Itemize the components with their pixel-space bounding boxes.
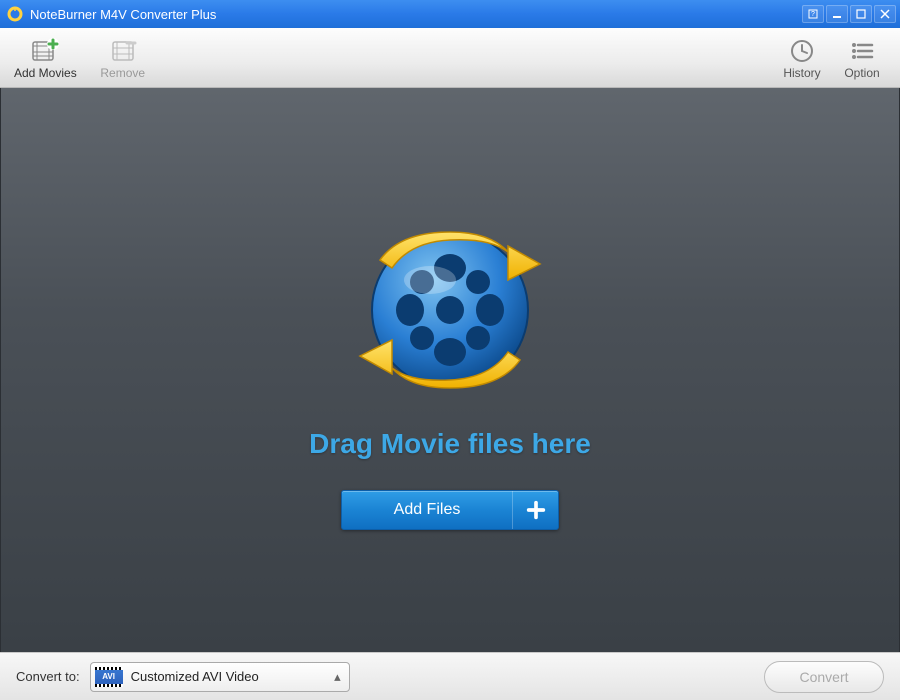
drag-hint-text: Drag Movie files here — [309, 428, 591, 460]
convert-to-label: Convert to: — [16, 669, 80, 684]
output-format-select[interactable]: AVI Customized AVI Video ▴ — [90, 662, 350, 692]
svg-text:?: ? — [811, 11, 815, 18]
remove-label: Remove — [100, 66, 145, 80]
minimize-button[interactable] — [826, 5, 848, 23]
add-movies-icon — [30, 36, 60, 66]
history-button[interactable]: History — [778, 36, 826, 80]
history-label: History — [783, 66, 820, 80]
plus-icon — [512, 491, 558, 529]
dropdown-caret-icon: ▴ — [334, 669, 341, 685]
window-controls: ? — [802, 5, 896, 23]
bottom-bar: Convert to: AVI Customized AVI Video ▴ C… — [0, 652, 900, 700]
format-badge-icon: AVI — [95, 667, 123, 687]
maximize-button[interactable] — [850, 5, 872, 23]
toolbar: Add Movies Remove History — [0, 28, 900, 88]
add-movies-button[interactable]: Add Movies — [14, 36, 77, 80]
app-icon — [6, 5, 24, 23]
history-icon — [788, 36, 816, 66]
title-bar: NoteBurner M4V Converter Plus ? — [0, 0, 900, 28]
selected-format-text: Customized AVI Video — [131, 669, 334, 684]
add-movies-label: Add Movies — [14, 66, 77, 80]
main-drop-area[interactable]: Drag Movie files here Add Files — [0, 88, 900, 652]
film-reel-icon — [340, 210, 560, 410]
window-help-button[interactable]: ? — [802, 5, 824, 23]
convert-button-label: Convert — [799, 669, 848, 685]
remove-icon — [108, 36, 138, 66]
option-icon — [848, 36, 876, 66]
add-files-button[interactable]: Add Files — [341, 490, 559, 530]
convert-button[interactable]: Convert — [764, 661, 884, 693]
window-title: NoteBurner M4V Converter Plus — [30, 7, 802, 22]
option-button[interactable]: Option — [838, 36, 886, 80]
add-files-label: Add Files — [342, 501, 512, 519]
close-button[interactable] — [874, 5, 896, 23]
remove-button[interactable]: Remove — [93, 36, 153, 80]
option-label: Option — [844, 66, 879, 80]
